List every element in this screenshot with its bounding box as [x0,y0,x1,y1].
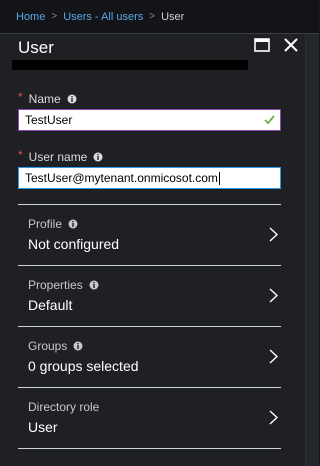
name-input[interactable]: TestUser [18,109,281,131]
breadcrumb-separator: > [51,11,58,22]
groups-label-row: Groups [28,339,83,353]
breadcrumb-all-users-link[interactable]: Users - All users [63,11,143,23]
properties-value: Default [28,297,73,313]
username-input[interactable]: TestUser@mytenant.onmicosot.com [18,167,281,189]
info-icon[interactable] [73,341,83,351]
directory-role-row[interactable]: Directory role User [18,388,281,448]
info-icon[interactable] [93,152,103,162]
blade-header: User [0,34,305,86]
profile-label-row: Profile [28,217,78,231]
chevron-right-icon [269,227,278,242]
name-label: Name [28,92,61,106]
required-marker: * [18,148,23,162]
groups-row[interactable]: Groups 0 groups selected [18,327,281,387]
info-icon[interactable] [68,219,78,229]
scrollbar[interactable] [305,34,319,466]
properties-row[interactable]: Properties Default [18,266,281,326]
text-cursor [218,171,220,185]
checkmark-icon [264,115,275,125]
profile-row[interactable]: Profile Not configured [18,205,281,265]
breadcrumb-separator: > [149,11,156,22]
breadcrumb-home-link[interactable]: Home [16,11,45,23]
blade-title: User [18,38,54,57]
required-marker: * [18,90,23,104]
name-label-row: * Name [18,90,77,106]
profile-label: Profile [28,217,63,231]
close-icon[interactable] [283,37,299,53]
divider [18,448,281,449]
breadcrumb-current: User [161,10,185,23]
directory-role-label-row: Directory role [28,400,99,414]
directory-role-value: User [28,419,58,435]
name-input-value: TestUser [25,113,73,127]
chevron-right-icon [269,410,278,425]
redacted-subtitle [12,60,248,70]
username-label-row: * User name [18,148,103,164]
username-input-value: TestUser@mytenant.onmicosot.com [25,171,218,185]
username-label: User name [28,150,88,164]
user-blade: User * Name TestUser * User name TestUse… [0,34,305,466]
chevron-right-icon [269,288,278,303]
chevron-right-icon [269,349,278,364]
directory-role-label: Directory role [28,400,100,414]
info-icon[interactable] [89,280,99,290]
properties-label: Properties [28,278,83,292]
groups-value: 0 groups selected [28,358,139,374]
groups-label: Groups [28,339,68,353]
breadcrumb: Home > Users - All users > User [0,0,319,33]
info-icon[interactable] [67,94,77,104]
properties-label-row: Properties [28,278,99,292]
maximize-icon[interactable] [254,38,270,52]
profile-value: Not configured [28,236,120,252]
